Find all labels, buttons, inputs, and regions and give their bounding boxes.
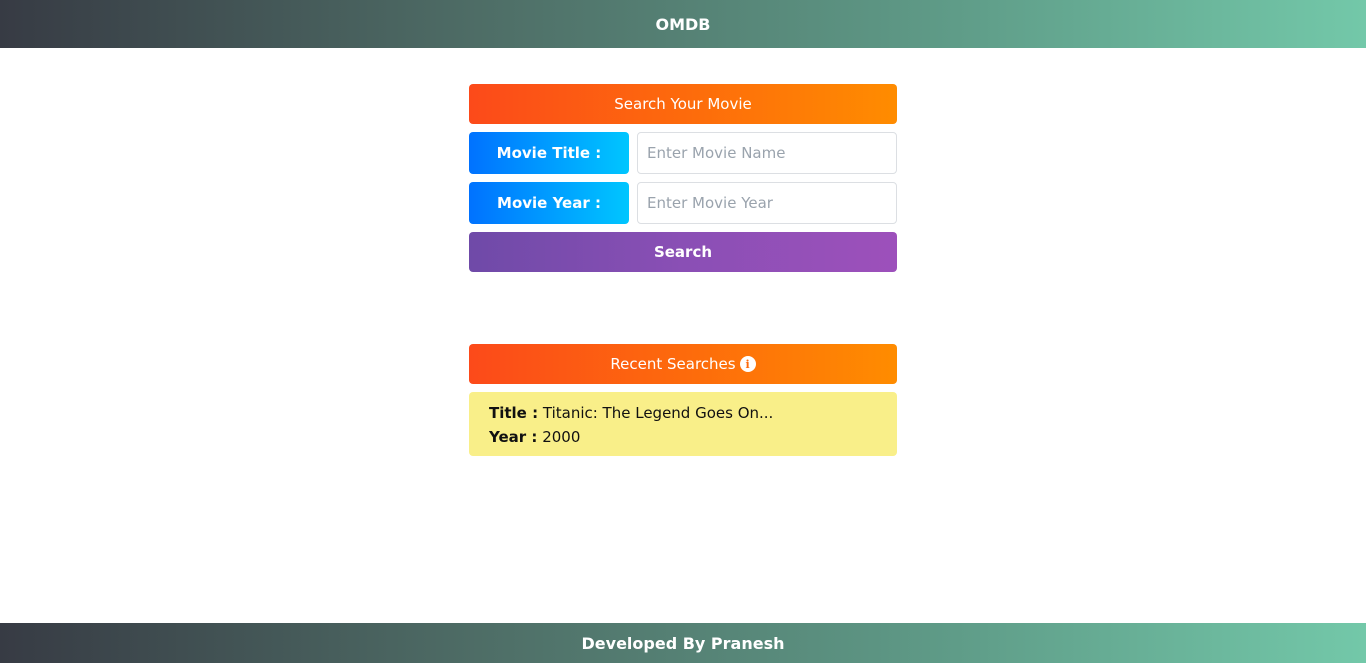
search-button-label: Search <box>653 243 713 261</box>
app-header: OMDB <box>0 0 1366 48</box>
movie-year-label: Movie Year : <box>469 182 629 224</box>
search-button[interactable]: Search <box>469 232 897 272</box>
recent-search-year-value: 2000 <box>542 428 581 446</box>
recent-searches-heading: Recent Searches i <box>469 344 897 384</box>
movie-title-input[interactable] <box>637 132 897 174</box>
page: OMDB Search Your Movie Movie Title : Mov… <box>0 0 1366 663</box>
recent-search-title-label: Title : <box>489 404 539 422</box>
title-row: Movie Title : <box>469 132 897 174</box>
search-heading: Search Your Movie <box>469 84 897 124</box>
recent-search-title-value: Titanic: The Legend Goes On... <box>542 404 774 422</box>
app-title: OMDB <box>655 14 711 34</box>
movie-year-label-text: Movie Year : <box>497 194 601 212</box>
app-footer: Developed By Pranesh <box>0 623 1366 663</box>
main-container: Search Your Movie Movie Title : Movie Ye… <box>469 84 897 456</box>
recent-search-year-line: Year : 2000 <box>489 426 877 450</box>
movie-year-input[interactable] <box>637 182 897 224</box>
movie-title-label-text: Movie Title : <box>496 144 602 162</box>
movie-title-label: Movie Title : <box>469 132 629 174</box>
footer-text: Developed By Pranesh <box>581 633 785 653</box>
recent-search-item[interactable]: Title : Titanic: The Legend Goes On... Y… <box>469 392 897 456</box>
recent-search-year-label: Year : <box>489 428 538 446</box>
year-row: Movie Year : <box>469 182 897 224</box>
info-icon[interactable]: i <box>739 356 756 372</box>
search-heading-text: Search Your Movie <box>614 95 752 113</box>
recent-search-title-line: Title : Titanic: The Legend Goes On... <box>489 402 877 426</box>
recent-searches-heading-text: Recent Searches <box>610 355 736 373</box>
